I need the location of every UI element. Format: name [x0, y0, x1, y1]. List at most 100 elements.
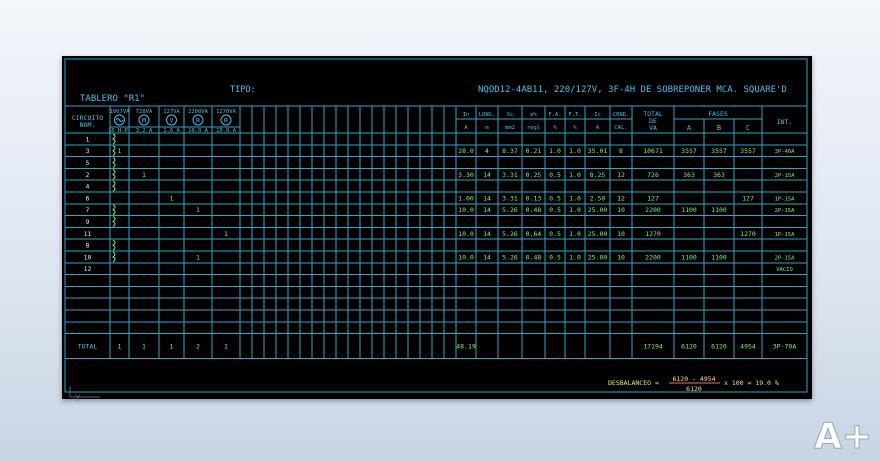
elec-header: F.T.: [568, 112, 581, 118]
elec-value: 1.0: [569, 171, 581, 179]
elec-value: 8.25: [590, 171, 606, 179]
load-count: 1: [142, 171, 146, 179]
elec-header: e%: [530, 112, 537, 118]
elec-value: 10.0: [458, 206, 474, 214]
circuit-number: 4: [86, 183, 90, 191]
breaker-value: 1P-15A: [775, 232, 796, 238]
total-va-value: 726: [647, 171, 659, 179]
circuit-hook-icon: [112, 180, 116, 192]
elec-value: 1.0: [569, 253, 581, 261]
circuit-number: 1: [86, 135, 90, 143]
elec-value: 10: [617, 253, 625, 261]
elec-value: 1.0: [569, 147, 581, 155]
total-va-value: 2200: [645, 253, 661, 261]
elec-header: LONG.: [479, 112, 496, 118]
circuit-number: 3: [86, 147, 90, 155]
circuit-number: 11: [84, 230, 92, 238]
elec-unit-header: A: [464, 125, 468, 131]
load-count: 1: [118, 147, 122, 155]
elec-unit-header: CAL.: [614, 125, 627, 131]
total-load-count: 2: [196, 343, 200, 351]
elec-value: 12: [617, 194, 625, 202]
desbalanceo-result: x 100 = 19.0 %: [724, 379, 779, 387]
breaker-value: 2P-15A: [775, 173, 796, 179]
elec-value: 3.31: [502, 171, 518, 179]
outlet-r-icon: R: [220, 114, 232, 126]
breaker-value: 2P-15A: [775, 255, 796, 261]
circuit-hook-icon: [112, 216, 116, 227]
phase-b-value: 1100: [711, 253, 727, 261]
circuit-hook-icon: [112, 157, 116, 168]
fase-col-header: C: [746, 124, 750, 132]
load-va-header: 2200VA: [188, 109, 209, 115]
elec-value: 10: [617, 230, 625, 238]
elec-header: COND.: [613, 112, 630, 118]
elec-value: 5.26: [502, 253, 518, 261]
axis-y-label: Y: [74, 394, 81, 404]
total-va-value: 127: [647, 194, 659, 202]
elec-value: 0.5: [549, 171, 561, 179]
circuit-hook-icon: [112, 168, 116, 180]
elec-value: 14: [483, 230, 491, 238]
elec-value: 0.25: [526, 171, 542, 179]
elec-value: 14: [483, 194, 491, 202]
phase-a-value: 1100: [681, 253, 697, 261]
circuit-number: 6: [86, 194, 90, 202]
fase-col-header: B: [717, 124, 721, 132]
load-rating-header: 3.2 A: [136, 128, 153, 134]
load-rating-header: 10 H.P.: [108, 128, 131, 134]
elec-value: 14: [483, 253, 491, 261]
load-symbol: R: [224, 117, 228, 125]
total-va-sum: 17194: [643, 343, 663, 351]
phase-a-value: 3557: [681, 147, 697, 155]
load-symbol: R: [196, 117, 200, 125]
total-va-value: 1270: [645, 230, 661, 238]
lamp-wave: [115, 118, 124, 122]
elec-value: 14: [483, 206, 491, 214]
total-load-count: 1: [142, 343, 146, 351]
elec-value: 2.50: [590, 194, 606, 202]
total-phase-a: 6120: [681, 343, 697, 351]
elec-value: 10.0: [458, 230, 474, 238]
total-label: TOTAL: [78, 343, 98, 351]
elec-value: 14: [483, 171, 491, 179]
load-rating-header: 10.0 A: [216, 128, 237, 134]
elec-unit-header: m: [485, 125, 489, 131]
board-name: TABLERO "R1": [80, 94, 145, 104]
circuit-number: 5: [86, 159, 90, 167]
elec-value: 0.5: [549, 206, 561, 214]
breaker-value: VACIO: [776, 267, 793, 273]
elec-value: 5.26: [502, 206, 518, 214]
desbalanceo-denominator: 6120: [686, 385, 702, 393]
cad-drawing-sheet[interactable]: TABLERO "R1" TIPO: NQOD12-4AB11, 220/127V,…: [62, 56, 812, 399]
elec-value: 0.5: [549, 253, 561, 261]
elec-value: 4: [485, 147, 489, 155]
ucs-axis-icon: Y: [69, 386, 100, 404]
logo-text: A+: [814, 416, 870, 454]
load-va-header: 1270VA: [216, 109, 237, 115]
circuit-hook-icon: [112, 204, 116, 216]
circuit-number: 7: [86, 206, 90, 214]
elec-header: F.A.: [548, 112, 561, 118]
elec-unit-header: A: [596, 125, 600, 131]
tipo-label: TIPO:: [230, 85, 256, 95]
elec-header: Ic: [594, 112, 601, 118]
elec-value: 3.30: [458, 171, 474, 179]
load-symbol: M: [142, 117, 146, 125]
total-load-count: 1: [118, 343, 122, 351]
load-count: 1: [196, 206, 200, 214]
elec-header: In: [463, 112, 470, 118]
load-va-header: 1067VA: [110, 109, 131, 115]
elec-value: 35.01: [588, 147, 608, 155]
elec-value: 25.00: [588, 230, 608, 238]
elec-value: 8.37: [502, 147, 518, 155]
elec-value: 25.00: [588, 206, 608, 214]
fase-col-header: A: [687, 124, 692, 132]
total-phase-b: 6120: [711, 343, 727, 351]
elec-value: 1.0: [569, 206, 581, 214]
circuit-hook-icon: [112, 251, 116, 263]
tipo-value: NQOD12-4AB11, 220/127V, 3F-4H DE SOBREPO…: [478, 85, 787, 95]
phase-c-value: 1270: [740, 230, 756, 238]
elec-value: 0.5: [549, 194, 561, 202]
circuito-header: NOM.: [80, 121, 96, 129]
